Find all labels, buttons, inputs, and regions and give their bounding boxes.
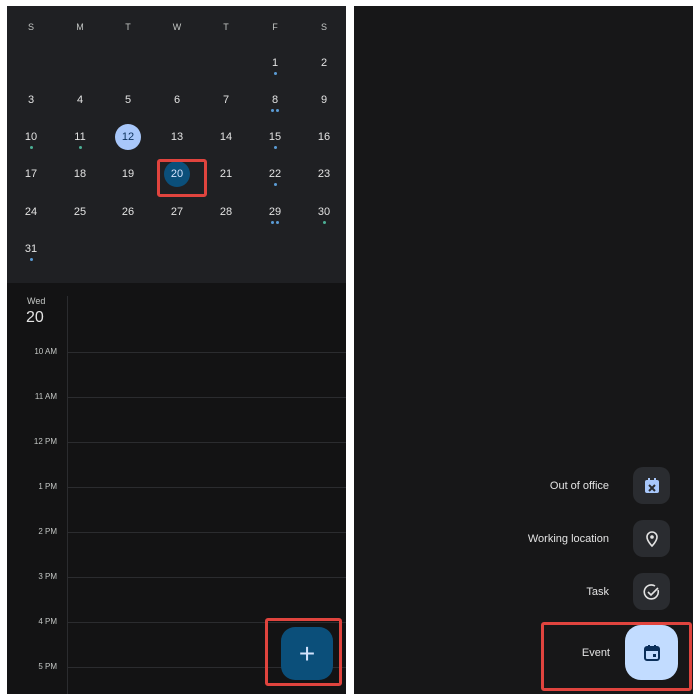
day-7[interactable]: 7 bbox=[211, 87, 241, 113]
day-25[interactable]: 25 bbox=[65, 199, 95, 225]
time-label: 1 PM bbox=[38, 482, 57, 491]
location-pin-icon bbox=[633, 520, 670, 557]
day-24[interactable]: 24 bbox=[16, 199, 46, 225]
weekday-label: M bbox=[76, 22, 84, 32]
event-dots bbox=[260, 72, 290, 75]
time-label: 12 PM bbox=[33, 437, 57, 446]
option-label: Out of office bbox=[549, 480, 609, 492]
event-dot bbox=[29, 258, 33, 261]
time-label: 3 PM bbox=[38, 572, 57, 581]
hour-line[interactable] bbox=[67, 352, 346, 353]
divider bbox=[67, 296, 68, 694]
hour-line[interactable] bbox=[67, 532, 346, 533]
highlight-box bbox=[541, 622, 692, 691]
weekday-label: F bbox=[272, 22, 278, 32]
event-dots bbox=[260, 221, 290, 224]
time-label: 4 PM bbox=[38, 617, 57, 626]
month-grid: S M T W T F S 1 2 3 4 5 6 7 8 9 10 11 12 13 14 15 16 17 18 19 20 21… bbox=[7, 6, 346, 283]
event-dot bbox=[271, 109, 274, 112]
weekday-label: W bbox=[172, 22, 182, 32]
day-9[interactable]: 9 bbox=[309, 87, 339, 113]
day-12[interactable]: 12 bbox=[115, 124, 141, 150]
event-dot bbox=[273, 183, 277, 186]
calendar-panel: S M T W T F S 1 2 3 4 5 6 7 8 9 10 11 12 13 14 15 16 17 18 19 20 21… bbox=[7, 6, 346, 694]
weekday-label: T bbox=[125, 22, 131, 32]
event-dots bbox=[260, 183, 290, 186]
day-2[interactable]: 2 bbox=[309, 50, 339, 76]
day-21[interactable]: 21 bbox=[211, 161, 241, 187]
event-dot bbox=[276, 221, 279, 224]
create-menu-panel: Out of office Working location Task Even… bbox=[354, 6, 693, 694]
day-16[interactable]: 16 bbox=[309, 124, 339, 150]
event-dots bbox=[16, 258, 46, 261]
day-date: 20 bbox=[26, 309, 44, 326]
event-dot bbox=[78, 146, 82, 149]
hour-line[interactable] bbox=[67, 442, 346, 443]
event-dots bbox=[65, 146, 95, 149]
event-dot bbox=[273, 146, 277, 149]
day-5[interactable]: 5 bbox=[113, 87, 143, 113]
day-18[interactable]: 18 bbox=[65, 161, 95, 187]
event-dot bbox=[271, 221, 274, 224]
day-19[interactable]: 19 bbox=[113, 161, 143, 187]
option-label: Task bbox=[586, 586, 609, 598]
day-3[interactable]: 3 bbox=[16, 87, 46, 113]
highlight-box bbox=[265, 618, 342, 686]
hour-line[interactable] bbox=[67, 487, 346, 488]
hour-line[interactable] bbox=[67, 397, 346, 398]
time-label: 5 PM bbox=[38, 662, 57, 671]
weekday-label: S bbox=[320, 22, 327, 32]
day-26[interactable]: 26 bbox=[113, 199, 143, 225]
day-13[interactable]: 13 bbox=[162, 124, 192, 150]
event-dots bbox=[309, 221, 339, 224]
event-dot bbox=[276, 109, 279, 112]
event-dot bbox=[29, 146, 33, 149]
day-28[interactable]: 28 bbox=[211, 199, 241, 225]
time-label: 2 PM bbox=[38, 527, 57, 536]
day-17[interactable]: 17 bbox=[16, 161, 46, 187]
day-weekday: Wed bbox=[27, 296, 46, 306]
highlight-box bbox=[157, 159, 207, 197]
calendar-x-icon bbox=[633, 467, 670, 504]
day-23[interactable]: 23 bbox=[309, 161, 339, 187]
event-dots bbox=[16, 146, 46, 149]
hour-line[interactable] bbox=[67, 577, 346, 578]
weekday-label: S bbox=[27, 22, 34, 32]
event-dots bbox=[260, 109, 290, 112]
event-dot bbox=[273, 72, 277, 75]
day-4[interactable]: 4 bbox=[65, 87, 95, 113]
event-dot bbox=[322, 221, 326, 224]
time-label: 11 AM bbox=[34, 392, 57, 401]
event-dots bbox=[260, 146, 290, 149]
option-label: Working location bbox=[527, 533, 609, 545]
weekday-label: T bbox=[223, 22, 229, 32]
time-label: 10 AM bbox=[34, 347, 57, 356]
day-27[interactable]: 27 bbox=[162, 199, 192, 225]
day-6[interactable]: 6 bbox=[162, 87, 192, 113]
check-circle-icon bbox=[633, 573, 670, 610]
day-14[interactable]: 14 bbox=[211, 124, 241, 150]
